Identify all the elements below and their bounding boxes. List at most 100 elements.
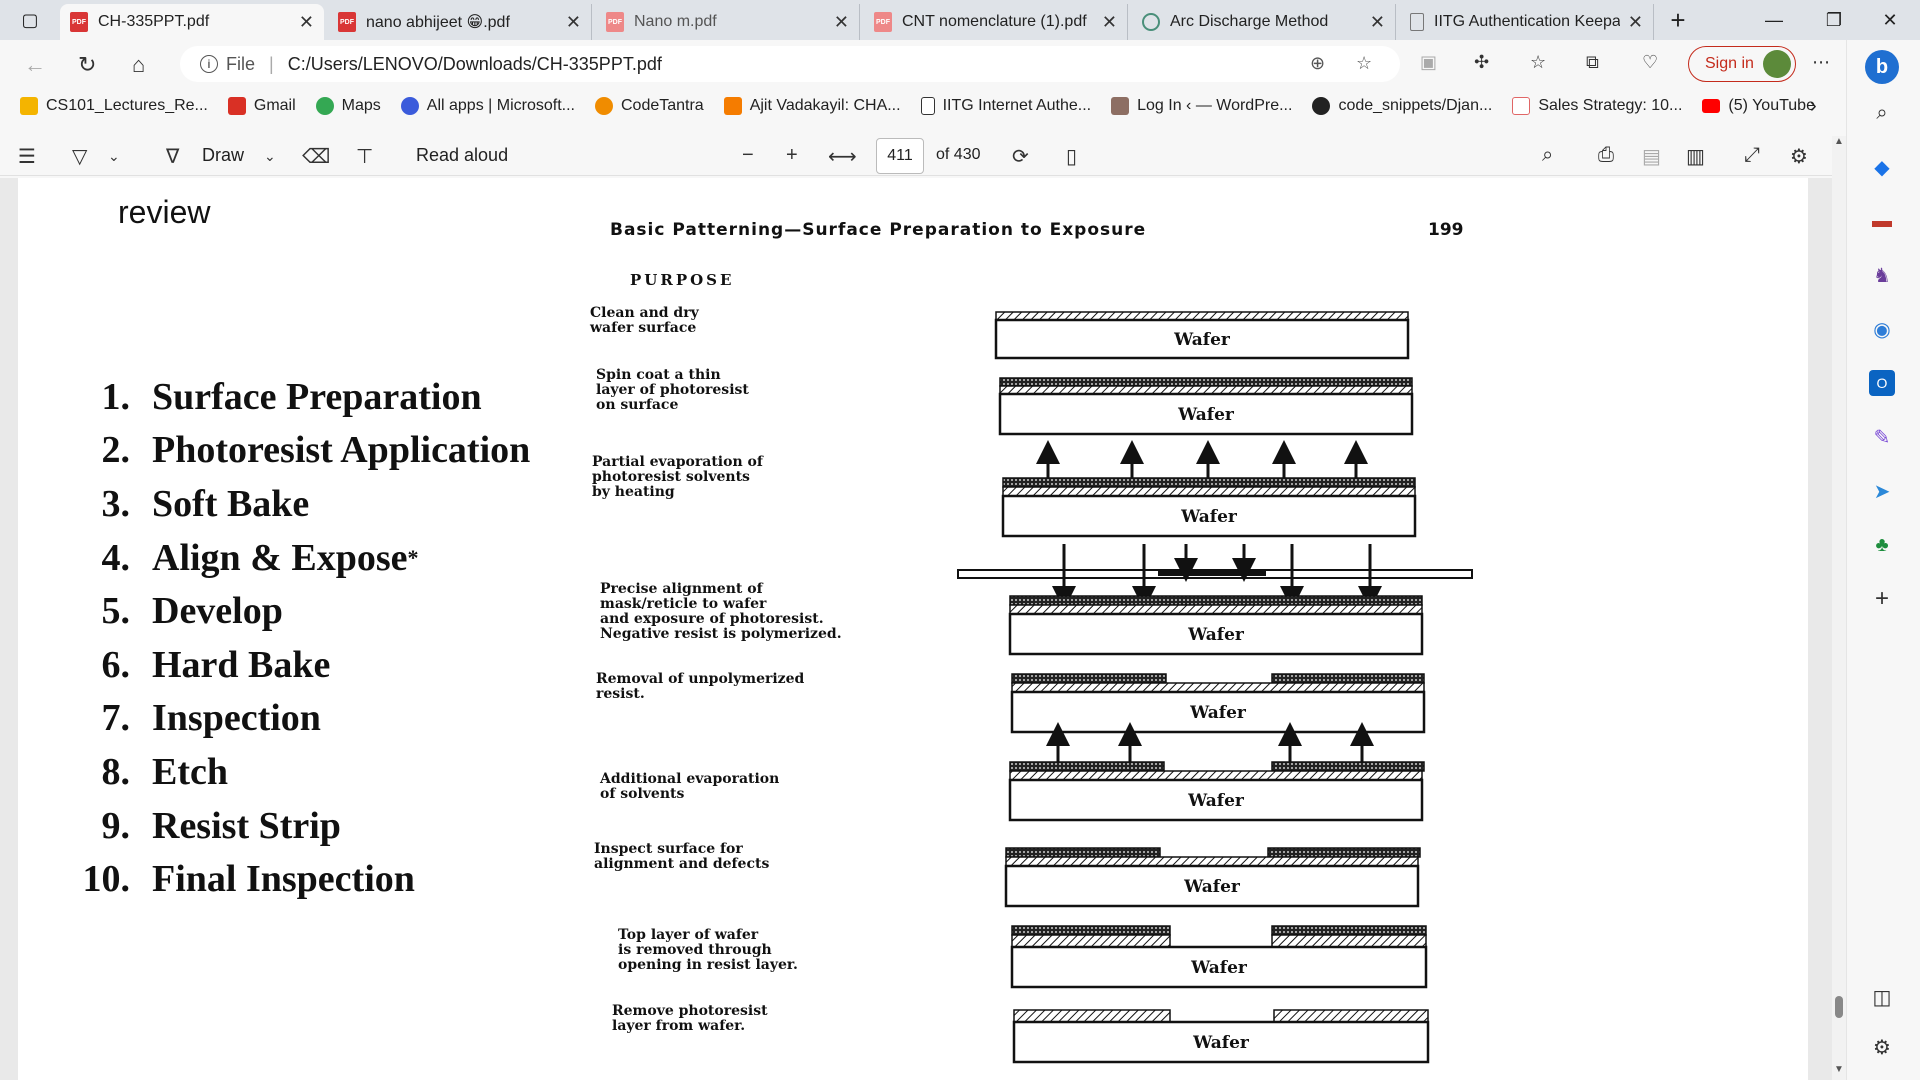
close-tab-icon[interactable]: ✕ <box>299 12 314 33</box>
games-icon[interactable]: ♞ <box>1869 262 1895 288</box>
pdf-viewer[interactable]: review 1. Surface Preparation 2. Photoresi… <box>0 178 1832 1080</box>
read-aloud-button[interactable]: Read aloud <box>416 145 508 166</box>
address-bar[interactable]: i File | C:/Users/LENOVO/Downloads/CH-33… <box>180 46 1400 82</box>
text-box-icon[interactable]: ⊤ <box>356 144 373 169</box>
bookmark-item[interactable]: Maps <box>315 97 381 115</box>
save-icon[interactable]: ▤ <box>1642 144 1661 169</box>
add-favorite-icon[interactable]: ☆ <box>1356 53 1372 74</box>
chevron-down-icon[interactable]: ⌄ <box>264 148 276 165</box>
settings-icon[interactable]: ⚙ <box>1790 144 1808 169</box>
photoresist-layer <box>1009 761 1165 772</box>
blogger-icon <box>723 97 742 115</box>
back-icon[interactable]: ← <box>24 52 46 78</box>
close-tab-icon[interactable]: ✕ <box>834 12 849 33</box>
bookmark-item[interactable]: CodeTantra <box>594 97 704 115</box>
info-icon[interactable]: i <box>200 55 218 73</box>
tab-arc-discharge[interactable]: Arc Discharge Method ✕ <box>1132 4 1396 40</box>
scrollbar-thumb[interactable] <box>1835 996 1843 1018</box>
extensions-icon[interactable]: ✣ <box>1474 52 1489 73</box>
fullscreen-icon[interactable]: ⤢ <box>1744 144 1760 167</box>
rotate-icon[interactable]: ⟳ <box>1012 144 1029 169</box>
zoom-out-icon[interactable]: − <box>742 144 754 167</box>
tab-title: CNT nomenclature (1).pdf <box>902 13 1087 30</box>
microsoft-apps-icon <box>400 97 419 115</box>
add-sidebar-app-icon[interactable]: + <box>1869 585 1895 612</box>
tab-nano-m[interactable]: PDF Nano m.pdf ✕ <box>596 4 860 40</box>
tree-icon[interactable]: ♣ <box>1869 532 1895 558</box>
search-icon[interactable]: ⌕ <box>1542 144 1553 167</box>
bookmark-label: CS101_Lectures_Re... <box>46 97 208 114</box>
contents-icon[interactable]: ☰ <box>18 144 36 169</box>
eraser-icon[interactable]: ⌫ <box>302 144 330 169</box>
chevron-down-icon[interactable]: ⌄ <box>108 148 120 165</box>
zoom-in-icon[interactable]: + <box>786 144 798 167</box>
collections-icon[interactable]: ⧉ <box>1586 52 1599 73</box>
draw-icon[interactable]: ∇ <box>166 144 179 169</box>
bookmark-item[interactable]: Log In ‹ — WordPre... <box>1111 97 1292 115</box>
restore-button[interactable]: ❐ <box>1806 0 1862 40</box>
shopping-tag-icon[interactable]: ◆ <box>1869 154 1895 180</box>
print-icon[interactable]: ⎙ <box>1598 144 1614 167</box>
patterning-diagram: Wafer Wafer Wafer Wafer Wafer Wafer Wafer Wafer… <box>957 311 1473 1064</box>
bookmark-item[interactable]: Gmail <box>227 97 296 115</box>
fit-width-icon[interactable]: ⟷ <box>828 144 857 169</box>
reading-view-icon[interactable]: ▣ <box>1420 52 1437 73</box>
refresh-icon[interactable]: ↻ <box>78 52 96 78</box>
page-view-icon[interactable]: ▯ <box>1066 144 1077 169</box>
tab-actions-icon[interactable]: ▢ <box>2 0 58 40</box>
bookmark-item[interactable]: code_snippets/Djan... <box>1312 97 1492 115</box>
oxide-layer <box>1013 1009 1171 1023</box>
photoresist-layer <box>1271 761 1425 772</box>
zoom-icon[interactable]: ⊕ <box>1310 53 1325 74</box>
send-icon[interactable]: ➤ <box>1869 478 1895 504</box>
url-text[interactable]: C:/Users/LENOVO/Downloads/CH-335PPT.pdf <box>288 54 662 75</box>
bookmark-label: Log In ‹ — WordPre... <box>1137 97 1293 114</box>
outlook-icon[interactable]: O <box>1869 370 1895 396</box>
sign-in-button[interactable]: Sign in <box>1688 46 1796 82</box>
bookmark-item[interactable]: All apps | Microsoft... <box>400 97 575 115</box>
copilot-icon[interactable]: b <box>1865 50 1899 84</box>
close-tab-icon[interactable]: ✕ <box>566 12 581 33</box>
save-as-icon[interactable]: ▥ <box>1686 144 1705 169</box>
tab-iitg-auth[interactable]: IITG Authentication Keepali ✕ <box>1400 4 1654 40</box>
wafer-label: Wafer <box>1192 1033 1250 1053</box>
close-tab-icon[interactable]: ✕ <box>1628 12 1643 33</box>
bookmark-item[interactable]: IITG Internet Authe... <box>920 97 1091 115</box>
new-tab-button[interactable]: + <box>1650 0 1706 40</box>
sidebar-settings-icon[interactable]: ⚙ <box>1869 1034 1895 1060</box>
bookmark-item[interactable]: (5) YouTube <box>1702 97 1815 115</box>
vertical-scrollbar[interactable]: ▲ ▼ <box>1832 136 1846 1080</box>
bookmark-item[interactable]: Sales Strategy: 10... <box>1512 97 1682 115</box>
browser-essentials-icon[interactable]: ♡ <box>1642 52 1658 73</box>
tab-nano-abhijeet[interactable]: PDF nano abhijeet 😁.pdf ✕ <box>328 4 592 40</box>
scroll-up-icon[interactable]: ▲ <box>1834 136 1844 147</box>
tab-cnt-nomenclature[interactable]: PDF CNT nomenclature (1).pdf ✕ <box>864 4 1128 40</box>
tab-ch335ppt[interactable]: PDF CH-335PPT.pdf ✕ <box>60 4 324 40</box>
pdf-icon: PDF <box>874 12 892 32</box>
photoresist-layer <box>1009 595 1423 606</box>
bookmark-item[interactable]: CS101_Lectures_Re... <box>20 97 208 115</box>
home-icon[interactable]: ⌂ <box>132 52 145 78</box>
tools-icon[interactable]: ▬ <box>1869 208 1895 234</box>
hide-sidebar-icon[interactable]: ◫ <box>1869 984 1895 1010</box>
close-tab-icon[interactable]: ✕ <box>1102 12 1117 33</box>
highlight-icon[interactable]: ▽ <box>72 144 87 169</box>
bookmark-label: code_snippets/Djan... <box>1338 97 1493 114</box>
wafer-label: Wafer <box>1187 625 1245 645</box>
close-tab-icon[interactable]: ✕ <box>1370 12 1385 33</box>
draw-button[interactable]: Draw <box>202 145 244 166</box>
microsoft365-icon[interactable]: ◉ <box>1869 316 1895 342</box>
photoresist-layer <box>1267 847 1421 858</box>
designer-icon[interactable]: ✎ <box>1869 424 1895 450</box>
minimize-button[interactable]: — <box>1746 0 1802 40</box>
photoresist-layer <box>1271 673 1425 684</box>
page-number-input[interactable]: 411 <box>876 138 924 174</box>
favorites-icon[interactable]: ☆ <box>1530 52 1546 73</box>
bookmark-item[interactable]: Ajit Vadakayil: CHA... <box>723 97 901 115</box>
oxide-layer <box>1005 856 1419 867</box>
search-icon[interactable]: ⌕ <box>1869 100 1895 126</box>
close-window-button[interactable]: ✕ <box>1862 0 1918 40</box>
scroll-down-icon[interactable]: ▼ <box>1834 1064 1844 1075</box>
more-icon[interactable]: ⋯ <box>1812 52 1830 73</box>
chevron-right-icon[interactable]: › <box>1810 95 1817 118</box>
